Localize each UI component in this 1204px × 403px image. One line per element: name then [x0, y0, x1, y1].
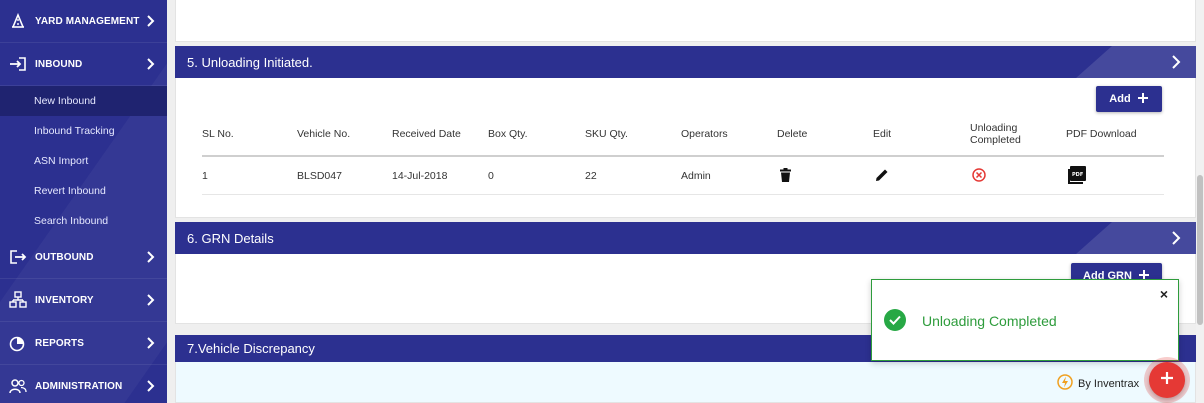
column-header: SKU Qty.	[585, 128, 628, 140]
sidebar-item-new-inbound[interactable]: New Inbound	[0, 86, 167, 116]
chevron-right-icon	[145, 380, 157, 392]
plus-icon	[1137, 92, 1149, 107]
nav-administration[interactable]: ADMINISTRATION	[0, 365, 167, 403]
column-header: Received Date	[392, 128, 461, 140]
cancel-circle-icon[interactable]	[972, 168, 986, 185]
cell-sku: 22	[585, 170, 597, 182]
chevron-right-icon	[145, 58, 157, 70]
column-header: SL No.	[202, 128, 234, 140]
discrepancy-panel-body	[175, 362, 1196, 403]
brand-text: By Inventrax	[1078, 377, 1140, 390]
column-header: Delete	[777, 128, 808, 140]
column-header: PDF Download	[1066, 128, 1137, 140]
column-header: Edit	[873, 128, 892, 140]
chevron-right-icon	[145, 251, 157, 263]
nav-label: ADMINISTRATION	[35, 380, 123, 392]
unloading-panel-body: Add SL No. Vehicle No. Received Date Box…	[175, 78, 1196, 218]
nav-label: INVENTORY	[35, 294, 94, 306]
svg-text:PDF: PDF	[1072, 172, 1083, 178]
nav-inbound[interactable]: INBOUND	[0, 43, 167, 86]
sidebar: YARD MANAGEMENT INBOUND New Inbound Inbo…	[0, 0, 167, 403]
bolt-icon	[1057, 374, 1073, 393]
scrollbar[interactable]	[1196, 0, 1204, 403]
column-header: Box Qty.	[488, 128, 528, 140]
sidebar-item-revert-inbound[interactable]: Revert Inbound	[0, 176, 167, 206]
chevron-right-icon[interactable]	[1168, 54, 1184, 70]
grn-panel-header[interactable]: 6. GRN Details	[175, 222, 1196, 254]
trash-icon[interactable]	[780, 168, 791, 185]
check-circle-icon	[884, 309, 906, 331]
cell-box: 0	[488, 170, 494, 182]
pie-chart-icon	[8, 333, 28, 353]
column-header: Operators	[681, 128, 728, 140]
panel-title: 7.Vehicle Discrepancy	[187, 341, 315, 356]
nav-label: YARD MANAGEMENT	[35, 15, 140, 27]
cell-date: 14-Jul-2018	[392, 170, 448, 182]
cell-vehicle: BLSD047	[297, 170, 342, 182]
cell-operator: Admin	[681, 170, 711, 182]
cell-sl: 1	[202, 170, 208, 182]
scrollbar-thumb[interactable]	[1197, 175, 1203, 325]
panel-title: 6. GRN Details	[187, 230, 274, 246]
chevron-right-icon	[145, 337, 157, 349]
previous-panel-body	[175, 0, 1196, 42]
users-icon	[8, 376, 28, 396]
add-button-label: Add	[1109, 93, 1131, 105]
chevron-right-icon[interactable]	[1168, 230, 1184, 246]
nav-outbound[interactable]: OUTBOUND	[0, 236, 167, 279]
road-icon	[8, 11, 28, 31]
sidebar-item-inbound-tracking[interactable]: Inbound Tracking	[0, 116, 167, 146]
nav-inventory[interactable]: INVENTORY	[0, 279, 167, 322]
pdf-icon[interactable]: PDF	[1068, 166, 1086, 187]
inventory-icon	[8, 290, 28, 310]
nav-label: REPORTS	[35, 337, 85, 349]
close-icon[interactable]: ×	[1160, 286, 1168, 302]
pencil-icon[interactable]	[875, 168, 889, 185]
plus-icon	[1160, 371, 1174, 390]
nav-label: INBOUND	[35, 58, 83, 70]
success-toast: Unloading Completed ×	[871, 279, 1179, 361]
brand-footer: By Inventrax	[1057, 374, 1139, 393]
sidebar-item-search-inbound[interactable]: Search Inbound	[0, 206, 167, 236]
floating-add-button[interactable]	[1149, 362, 1185, 398]
toast-message: Unloading Completed	[922, 313, 1057, 329]
column-header: Vehicle No.	[297, 128, 351, 140]
panel-title: 5. Unloading Initiated.	[187, 54, 313, 70]
unloading-panel-header[interactable]: 5. Unloading Initiated.	[175, 46, 1196, 78]
sidebar-item-asn-import[interactable]: ASN Import	[0, 146, 167, 176]
add-button[interactable]: Add	[1096, 86, 1162, 112]
chevron-right-icon	[145, 15, 157, 27]
chevron-right-icon	[145, 294, 157, 306]
nav-label: OUTBOUND	[35, 251, 94, 263]
sign-out-icon	[8, 247, 28, 267]
nav-reports[interactable]: REPORTS	[0, 322, 167, 365]
nav-yard-management[interactable]: YARD MANAGEMENT	[0, 0, 167, 43]
column-header: Unloading Completed	[970, 122, 1021, 146]
sign-in-icon	[8, 54, 28, 74]
